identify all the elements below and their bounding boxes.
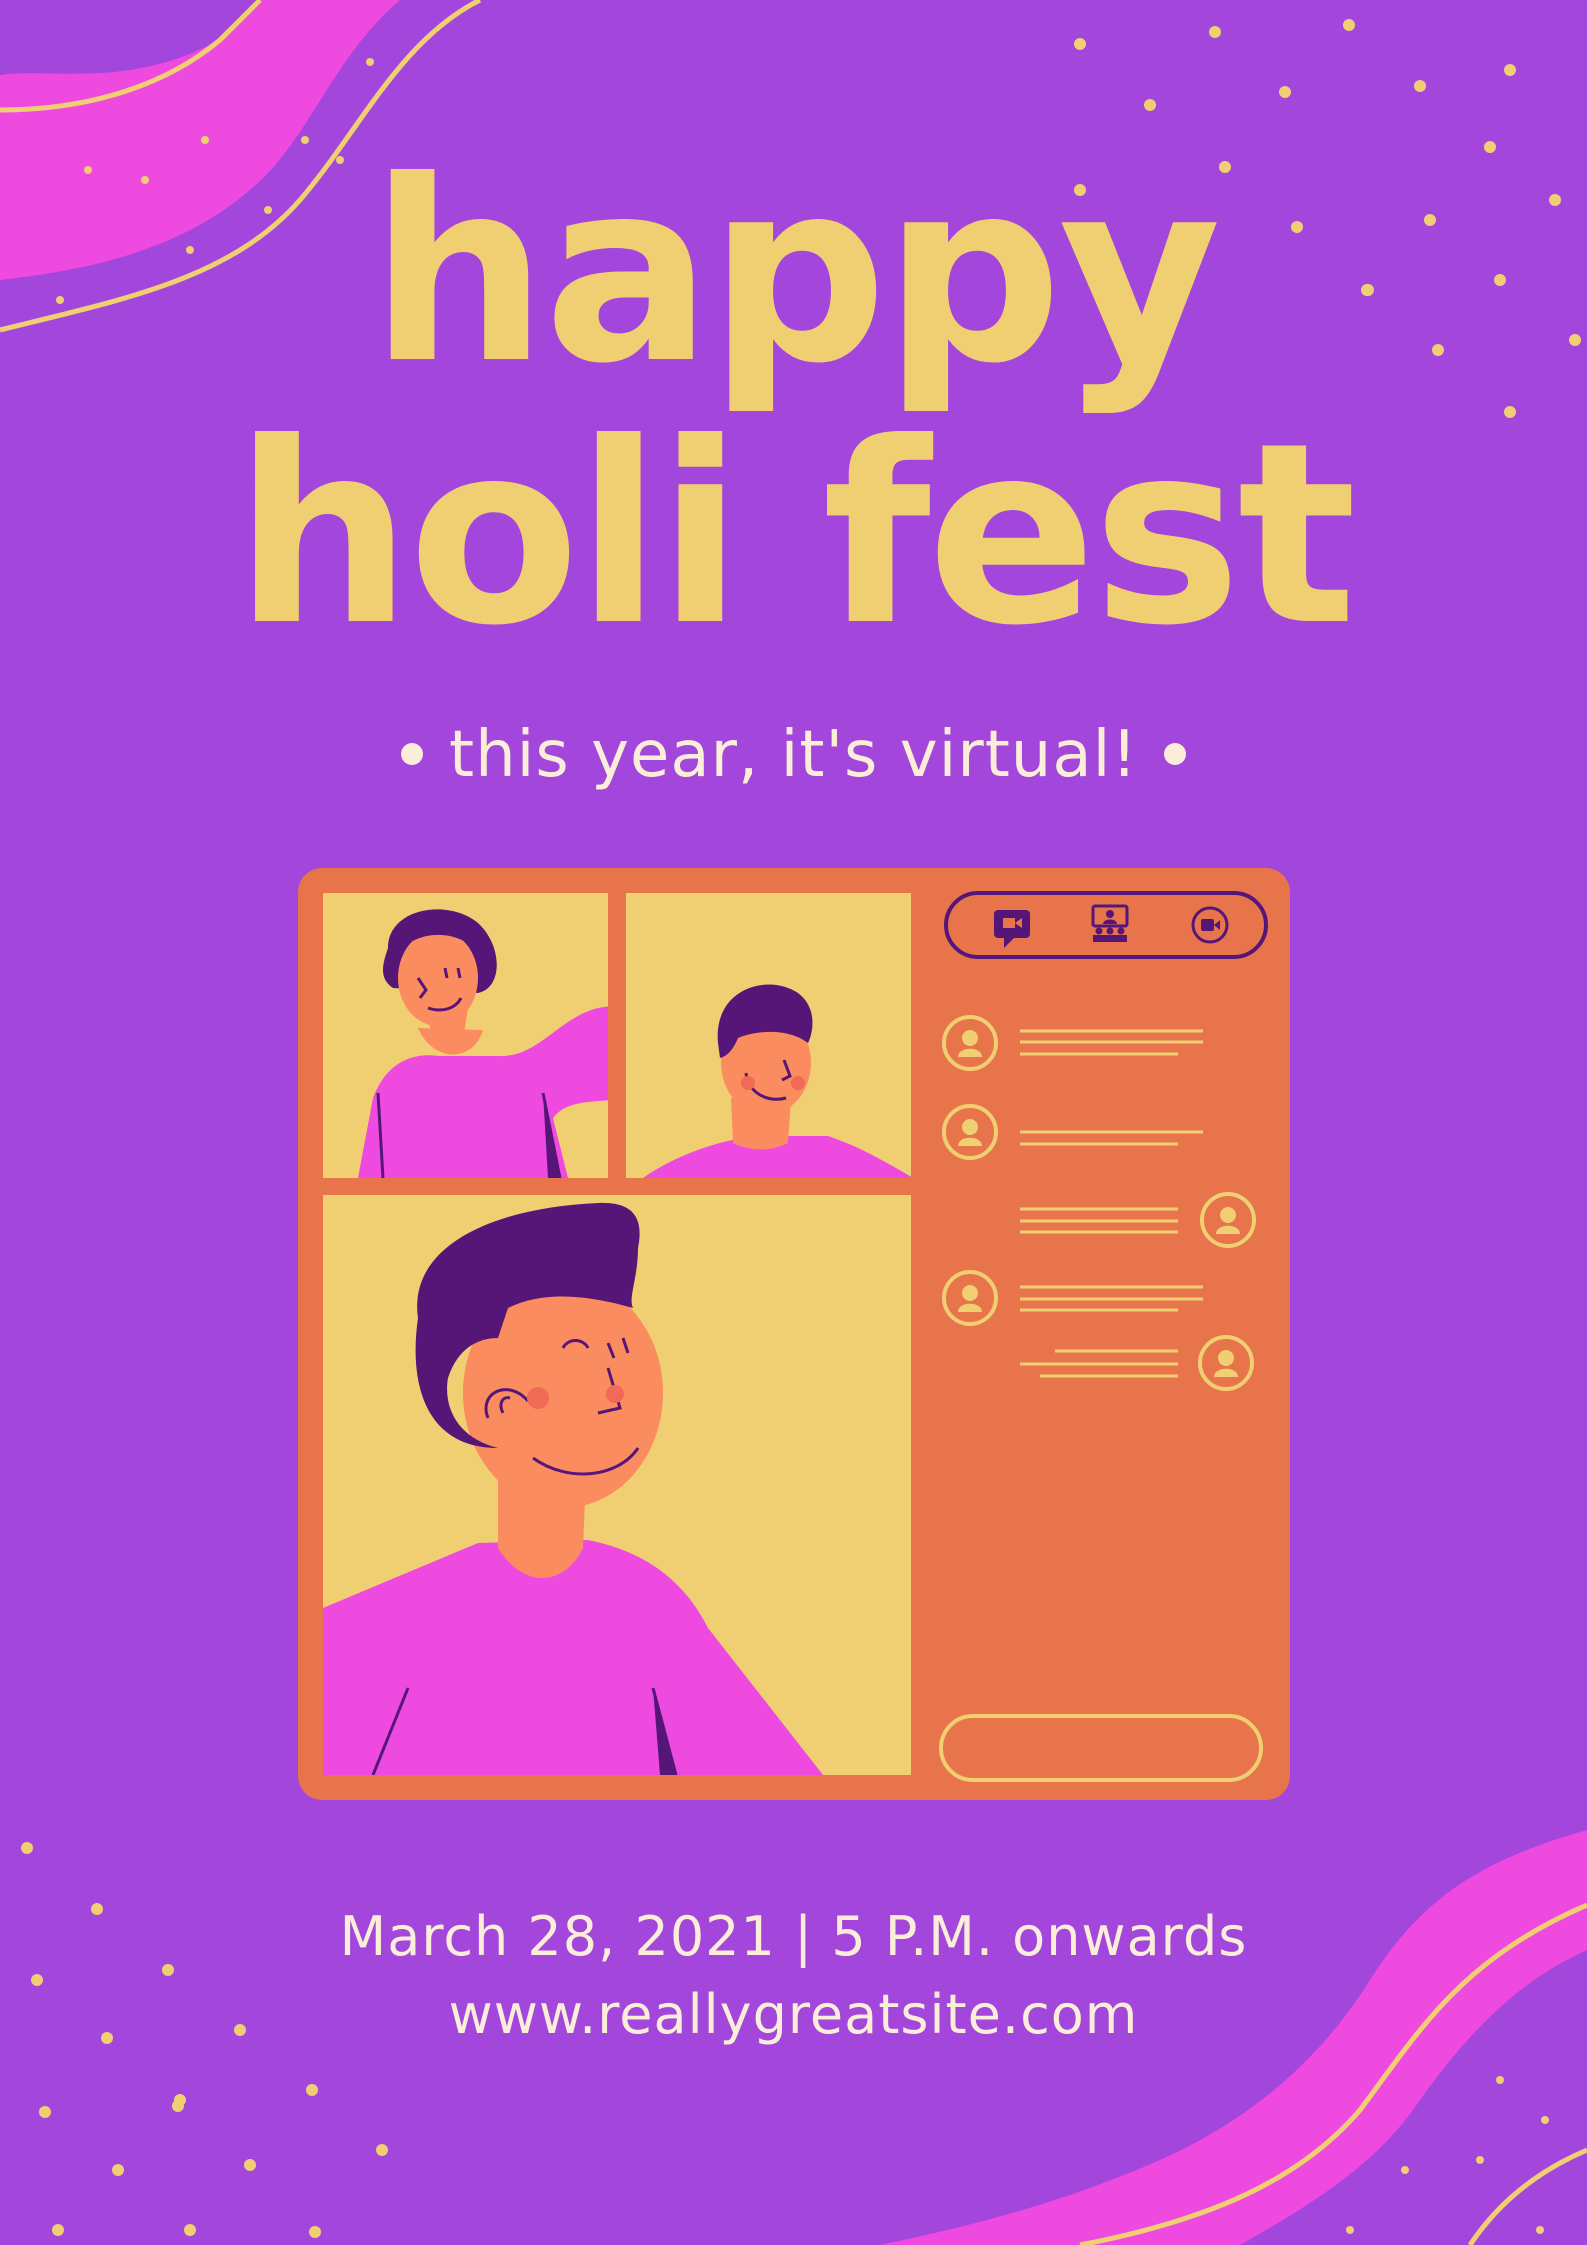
holi-fest-poster: happy holi fest this year, it's virtual! <box>0 0 1587 2245</box>
website-link[interactable]: www.reallygreatsite.com <box>0 1976 1587 2054</box>
subtitle-text: this year, it's virtual! <box>448 718 1139 792</box>
subtitle: this year, it's virtual! <box>0 718 1587 792</box>
title-line-happy: happy <box>369 127 1222 418</box>
bullet-dot-icon <box>1164 743 1187 766</box>
event-details: March 28, 2021 | 5 P.M. onwards www.real… <box>0 1898 1587 2054</box>
event-date-time: March 28, 2021 | 5 P.M. onwards <box>339 1905 1248 1968</box>
video-call-illustration <box>298 868 1290 1800</box>
participant-tile-man-small <box>626 893 911 1178</box>
participant-tile-woman <box>323 893 608 1178</box>
participant-tile-man-large <box>323 1195 911 1775</box>
title-line-holi-fest: holi fest <box>234 389 1357 680</box>
bullet-dot-icon <box>400 743 423 766</box>
